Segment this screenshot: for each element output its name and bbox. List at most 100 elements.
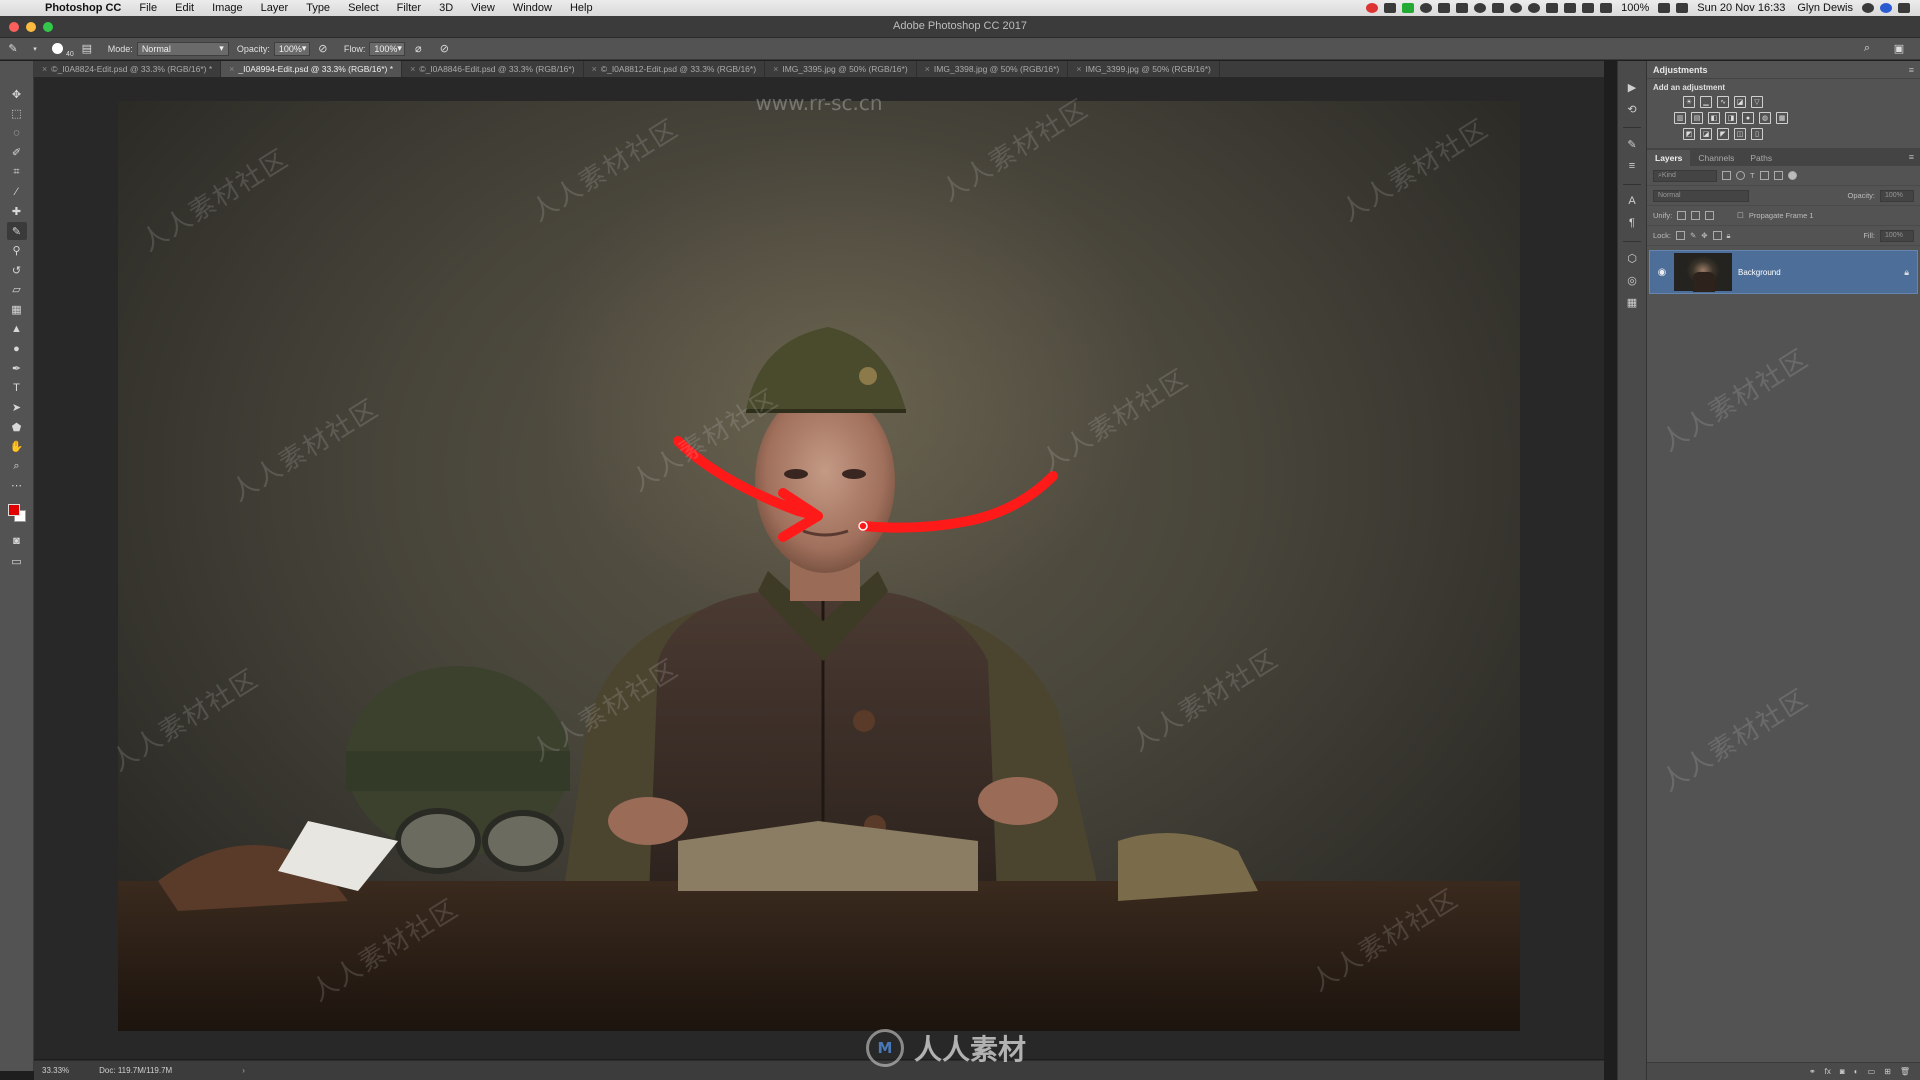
hue-saturation-icon[interactable]: ▤: [1691, 112, 1703, 124]
type-tool-icon[interactable]: T: [7, 379, 27, 397]
gradient-triangle-icon[interactable]: ▽: [1751, 96, 1763, 108]
menu-image[interactable]: Image: [203, 0, 252, 16]
screen-mode-icon[interactable]: ▭: [7, 552, 27, 570]
info-icon[interactable]: [1420, 3, 1433, 13]
home-icon[interactable]: [1492, 3, 1505, 13]
airplay-icon[interactable]: [1582, 3, 1595, 13]
layer-opacity-field[interactable]: 100%: [1880, 189, 1914, 202]
zoom-level[interactable]: 33.33%: [42, 1066, 69, 1075]
siri-icon[interactable]: [1880, 3, 1892, 13]
menu-type[interactable]: Type: [297, 0, 339, 16]
pressure-size-icon[interactable]: ⊘: [437, 42, 451, 56]
close-icon[interactable]: ×: [925, 64, 930, 74]
clock-text[interactable]: Sun 20 Nov 16:33: [1694, 2, 1788, 14]
menu-edit[interactable]: Edit: [166, 0, 203, 16]
mode-select[interactable]: Normal ▾: [136, 41, 229, 56]
more-tools-icon[interactable]: ⋯: [7, 477, 27, 495]
posterize-icon[interactable]: ◪: [1700, 128, 1712, 140]
smart-object-filter-icon[interactable]: [1773, 171, 1783, 180]
tab-layers[interactable]: Layers: [1647, 150, 1691, 166]
flag-icon[interactable]: [1676, 3, 1689, 13]
menu-layer[interactable]: Layer: [252, 0, 298, 16]
eye-visibility-icon[interactable]: ◉: [1656, 267, 1668, 278]
tab-channels[interactable]: Channels: [1690, 150, 1742, 166]
panel-menu-icon[interactable]: ≡: [1909, 152, 1914, 162]
add-mask-icon[interactable]: ◙: [1840, 1067, 1845, 1076]
brightness-contrast-icon[interactable]: ☀: [1683, 96, 1695, 108]
3d-icon[interactable]: ⬡: [1624, 250, 1640, 266]
brush-size-preview[interactable]: [50, 42, 64, 56]
menu-help[interactable]: Help: [561, 0, 602, 16]
lock-pixels-icon[interactable]: ✎: [1690, 231, 1696, 240]
layer-thumbnail[interactable]: [1674, 253, 1732, 292]
brush-tool-icon[interactable]: ✎: [6, 222, 27, 241]
adjustments-panel-header[interactable]: Adjustments ≡: [1647, 61, 1920, 79]
doc-tab[interactable]: × IMG_3395.jpg @ 50% (RGB/16*): [765, 61, 917, 77]
rectangular-marquee-icon[interactable]: ⬚: [7, 105, 27, 123]
healing-brush-icon[interactable]: ✚: [7, 203, 27, 221]
clone-stamp-icon[interactable]: ⚲: [7, 242, 27, 260]
link-layers-icon[interactable]: ⚭: [1809, 1067, 1816, 1076]
threshold-icon[interactable]: ◤: [1717, 128, 1729, 140]
hand-tool-icon[interactable]: ✋: [7, 438, 27, 456]
layer-name[interactable]: Background: [1738, 268, 1898, 277]
doc-tab[interactable]: × IMG_3399.jpg @ 50% (RGB/16*): [1068, 61, 1220, 77]
foreground-color-swatch[interactable]: [7, 504, 20, 517]
shape-filter-icon[interactable]: [1759, 171, 1769, 180]
layer-style-icon[interactable]: fx: [1825, 1067, 1831, 1076]
chevron-down-icon[interactable]: ▾: [32, 42, 38, 56]
bluetooth-icon[interactable]: [1546, 3, 1559, 13]
drive-icon[interactable]: [1438, 3, 1451, 13]
crop-tool-icon[interactable]: ⌗: [7, 163, 27, 181]
workspace-switcher-icon[interactable]: ▣: [1892, 42, 1906, 56]
lock-icon[interactable]: 🔒︎: [1904, 267, 1909, 278]
libraries-icon[interactable]: ◎: [1624, 272, 1640, 288]
menu-filter[interactable]: Filter: [388, 0, 430, 16]
pressure-opacity-icon[interactable]: ⊘: [316, 42, 330, 56]
unify-style-icon[interactable]: [1705, 211, 1715, 220]
panel-menu-icon[interactable]: ≡: [1909, 65, 1914, 75]
invert-icon[interactable]: ◩: [1683, 128, 1695, 140]
curves-icon[interactable]: ∿: [1717, 96, 1729, 108]
menu-3d[interactable]: 3D: [430, 0, 462, 16]
close-icon[interactable]: ×: [410, 64, 415, 74]
canvas-area[interactable]: www.rr-sc.cn: [34, 77, 1604, 1059]
doc-tab-active[interactable]: × _I0A8994-Edit.psd @ 33.3% (RGB/16*) *: [221, 61, 403, 77]
close-icon[interactable]: ×: [773, 64, 778, 74]
adjustment-filter-icon[interactable]: [1736, 171, 1745, 180]
opacity-field[interactable]: 100% ▾: [273, 41, 310, 56]
layer-row-background[interactable]: ◉ Background 🔒︎: [1649, 250, 1918, 294]
color-lookup-icon[interactable]: ▦: [1776, 112, 1788, 124]
evernote-icon[interactable]: [1402, 3, 1415, 13]
doc-tab[interactable]: × ©_I0A8846-Edit.psd @ 33.3% (RGB/16*): [402, 61, 584, 77]
quick-selection-icon[interactable]: ✐: [7, 144, 27, 162]
search-icon[interactable]: ⌕: [1860, 42, 1874, 56]
screen-capture-icon[interactable]: [1384, 3, 1397, 13]
battery-icon[interactable]: [1658, 3, 1671, 13]
document-image[interactable]: [118, 101, 1520, 1031]
history-brush-icon[interactable]: ↺: [7, 261, 27, 279]
tab-paths[interactable]: Paths: [1742, 150, 1780, 166]
color-balance-icon[interactable]: ◧: [1708, 112, 1720, 124]
quick-mask-icon[interactable]: ◙: [7, 532, 27, 550]
menu-window[interactable]: Window: [504, 0, 561, 16]
brush-presets-icon[interactable]: ✎: [1624, 136, 1640, 152]
paragraph-icon[interactable]: ¶: [1624, 215, 1640, 231]
close-icon[interactable]: ×: [1076, 64, 1081, 74]
blend-mode-select[interactable]: Normal: [1653, 189, 1749, 202]
close-icon[interactable]: ×: [42, 64, 47, 74]
airbrush-icon[interactable]: ⌀: [411, 42, 425, 56]
brush-tool-preset-icon[interactable]: ✎: [6, 42, 20, 56]
channel-mixer-icon[interactable]: ◍: [1759, 112, 1771, 124]
doc-tab[interactable]: × IMG_3398.jpg @ 50% (RGB/16*): [917, 61, 1069, 77]
doc-tab[interactable]: × ©_I0A8812-Edit.psd @ 33.3% (RGB/16*): [584, 61, 766, 77]
zoom-tool-icon[interactable]: ⌕: [7, 457, 27, 475]
type-filter-icon[interactable]: T: [1750, 171, 1755, 180]
pen-tool-icon[interactable]: ✒: [7, 359, 27, 377]
lock-position-icon[interactable]: ✥: [1701, 231, 1707, 240]
exposure-icon[interactable]: ◪: [1734, 96, 1746, 108]
photo-filter-icon[interactable]: ●: [1742, 112, 1754, 124]
doc-tab[interactable]: × ©_I0A8824-Edit.psd @ 33.3% (RGB/16*) *: [34, 61, 222, 77]
unify-visibility-icon[interactable]: [1691, 211, 1701, 220]
flow-field[interactable]: 100% ▾: [369, 41, 406, 56]
